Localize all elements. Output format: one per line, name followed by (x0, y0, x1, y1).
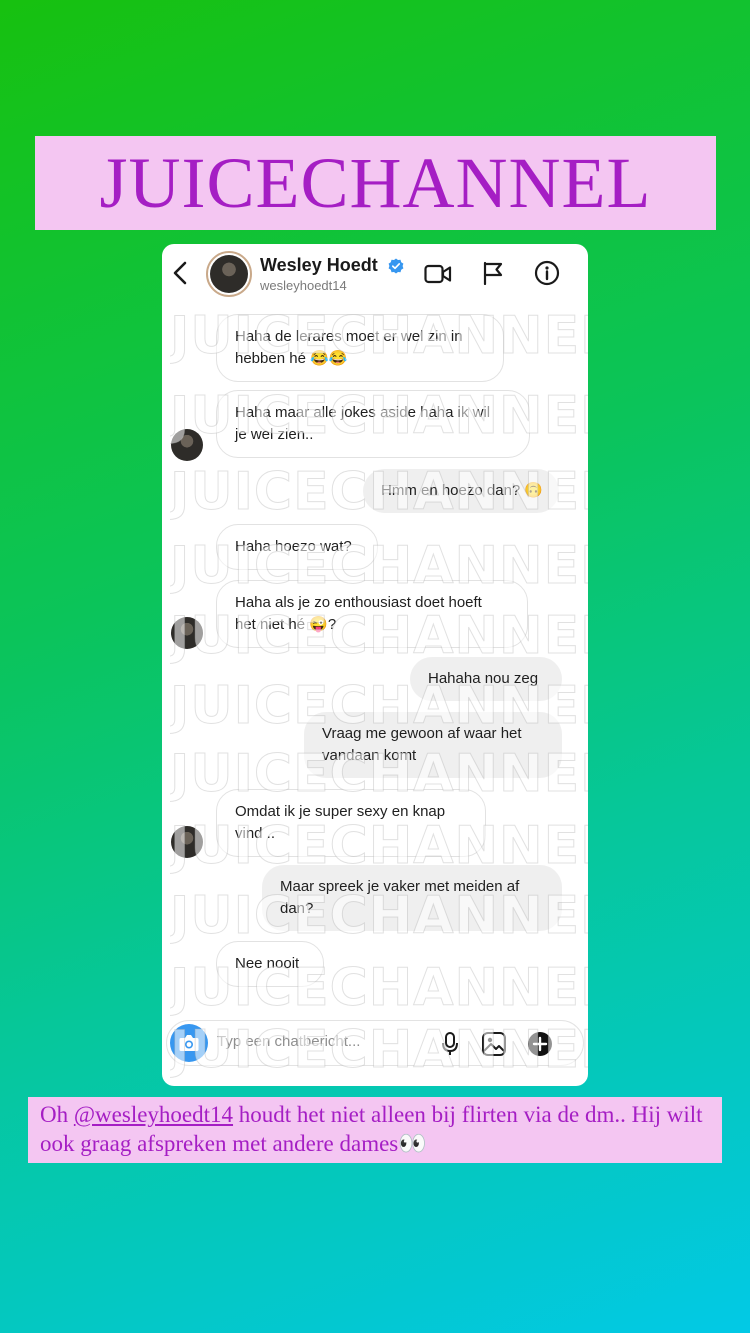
caption-mention-link[interactable]: @wesleyhoedt14 (74, 1102, 233, 1127)
video-call-icon[interactable] (424, 263, 452, 285)
message-line: Maar spreek je vaker met meiden af (280, 878, 520, 895)
caption-prefix: Oh (40, 1102, 74, 1127)
message-line: Vraag me gewoon af waar het (322, 725, 522, 742)
contact-avatar[interactable] (206, 251, 252, 297)
contact-name[interactable]: Wesley Hoedt (260, 255, 378, 276)
message-line: het niet hé 😜? (235, 616, 337, 633)
brand-title: JUICECHANNEL (99, 143, 652, 223)
story-caption: Oh @wesleyhoedt14 houdt het niet alleen … (28, 1097, 722, 1163)
contact-handle: wesleyhoedt14 (260, 278, 347, 293)
back-arrow-icon[interactable] (172, 260, 188, 286)
verified-badge-icon (388, 258, 404, 274)
dm-screenshot: Wesley Hoedt wesleyhoedt14 Haha de lerar… (162, 244, 588, 1086)
incoming-message[interactable]: Omdat ik je super sexy en knap vind .. (216, 789, 486, 857)
message-line: hebben hé 😂😂 (235, 350, 348, 367)
message-line: Haha als je zo enthousiast doet hoeft (235, 594, 482, 611)
outgoing-message[interactable]: Maar spreek je vaker met meiden af dan? (262, 865, 562, 931)
info-icon[interactable] (534, 260, 560, 286)
message-line: Haha hoezo wat? (235, 538, 352, 555)
message-line: vind .. (235, 825, 276, 842)
plus-icon[interactable] (527, 1031, 553, 1057)
microphone-icon[interactable] (440, 1031, 460, 1057)
gallery-icon[interactable] (481, 1031, 507, 1057)
incoming-message[interactable]: Haha als je zo enthousiast doet hoeft het… (216, 580, 528, 648)
incoming-message[interactable]: Haha de lerares moet er wel zin in hebben… (216, 314, 504, 382)
message-composer (166, 1020, 584, 1066)
sender-avatar[interactable] (171, 429, 203, 461)
message-line: dan? (280, 900, 314, 917)
message-line: Haha de lerares moet er wel zin in (235, 328, 463, 345)
chat-header: Wesley Hoedt wesleyhoedt14 (162, 244, 588, 302)
outgoing-message[interactable]: Hmm en hoezo dan? 🙃 (363, 469, 559, 513)
incoming-message[interactable]: Haha hoezo wat? (216, 524, 378, 570)
flag-icon[interactable] (482, 261, 504, 285)
message-line: Omdat ik je super sexy en knap (235, 803, 446, 820)
message-line: Nee nooit (235, 955, 300, 972)
camera-icon (179, 1035, 199, 1051)
incoming-message[interactable]: Haha maar alle jokes aside haha ik wil je… (216, 390, 530, 458)
message-line: Haha maar alle jokes aside haha ik wil (235, 404, 491, 421)
message-line: Hahaha nou zeg (428, 670, 539, 687)
sender-avatar[interactable] (171, 826, 203, 858)
brand-banner: JUICECHANNEL (35, 136, 716, 230)
outgoing-message[interactable]: Vraag me gewoon af waar het vandaan komt (304, 712, 562, 778)
incoming-message[interactable]: Nee nooit (216, 941, 324, 987)
message-line: vandaan komt (322, 747, 417, 764)
sender-avatar[interactable] (171, 617, 203, 649)
camera-button[interactable] (170, 1024, 208, 1062)
message-line: je wel zien.. (235, 426, 314, 443)
message-input[interactable] (217, 1033, 417, 1050)
outgoing-message[interactable]: Hahaha nou zeg (410, 657, 562, 701)
message-line: Hmm en hoezo dan? 🙃 (381, 482, 544, 499)
